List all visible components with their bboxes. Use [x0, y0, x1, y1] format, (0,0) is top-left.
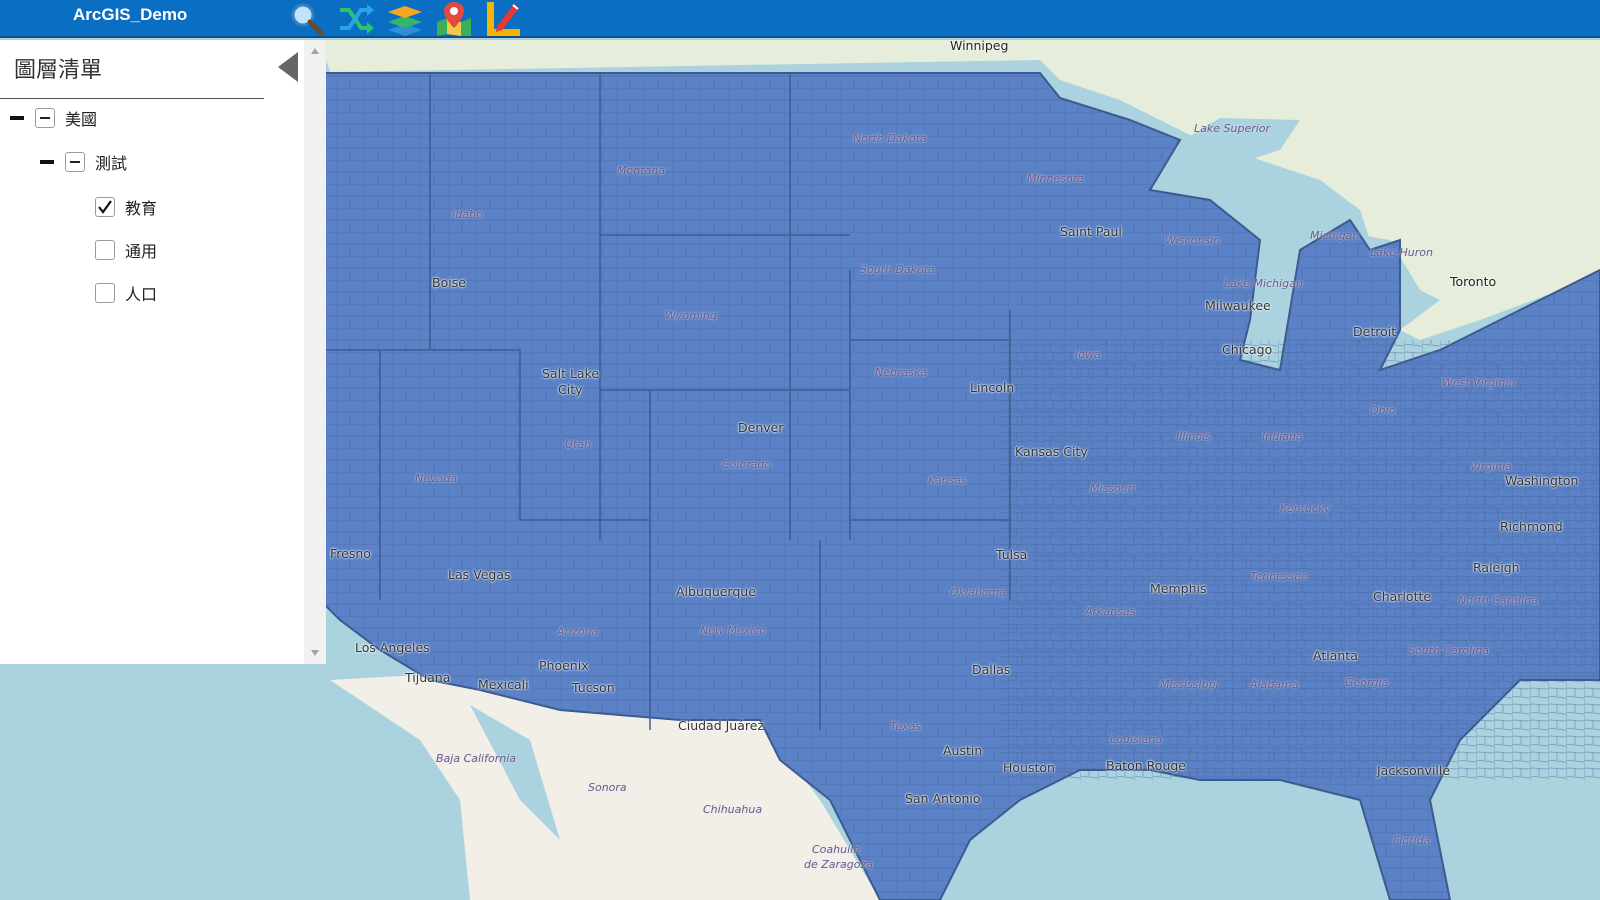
layer-checkbox-education[interactable] [95, 197, 115, 217]
layer-checkbox-general[interactable] [95, 240, 115, 260]
layer-checkbox-population[interactable] [95, 283, 115, 303]
checkmark-icon [98, 200, 112, 214]
collapse-node-icon[interactable] [40, 160, 54, 164]
tree-label-root: 美國 [65, 110, 98, 129]
scroll-up-icon[interactable] [311, 48, 319, 54]
layer-label: 人口 [125, 285, 158, 304]
tree-label-group: 測試 [95, 154, 128, 173]
map-pin-icon[interactable] [435, 0, 473, 38]
shuffle-icon[interactable] [337, 0, 375, 38]
group-checkbox[interactable] [65, 152, 85, 172]
panel-title: 圖層清單 [14, 58, 103, 83]
root-checkbox[interactable] [35, 108, 55, 128]
search-icon[interactable] [288, 0, 326, 38]
layer-item-population: 人口 [95, 281, 157, 305]
panel-divider [0, 98, 264, 99]
layer-item-education: 教育 [95, 195, 157, 219]
tree-node-root: 美國 [10, 106, 97, 130]
layers-icon[interactable] [386, 0, 424, 38]
scroll-down-icon[interactable] [311, 650, 319, 656]
layer-label: 教育 [125, 199, 158, 218]
collapse-node-icon[interactable] [10, 116, 24, 120]
layer-item-general: 通用 [95, 238, 157, 262]
panel-scrollbar[interactable] [304, 40, 326, 664]
tree-node-group: 測試 [40, 150, 127, 174]
measure-ruler-icon[interactable] [484, 0, 522, 38]
app-title: ArcGIS_Demo [73, 5, 188, 24]
collapse-panel-icon[interactable] [276, 50, 300, 84]
layer-label: 通用 [125, 242, 158, 261]
layer-list-panel: 圖層清單 美國 測試 教育 通用 人口 [0, 40, 326, 664]
top-toolbar: ArcGIS_Demo [0, 0, 1600, 38]
